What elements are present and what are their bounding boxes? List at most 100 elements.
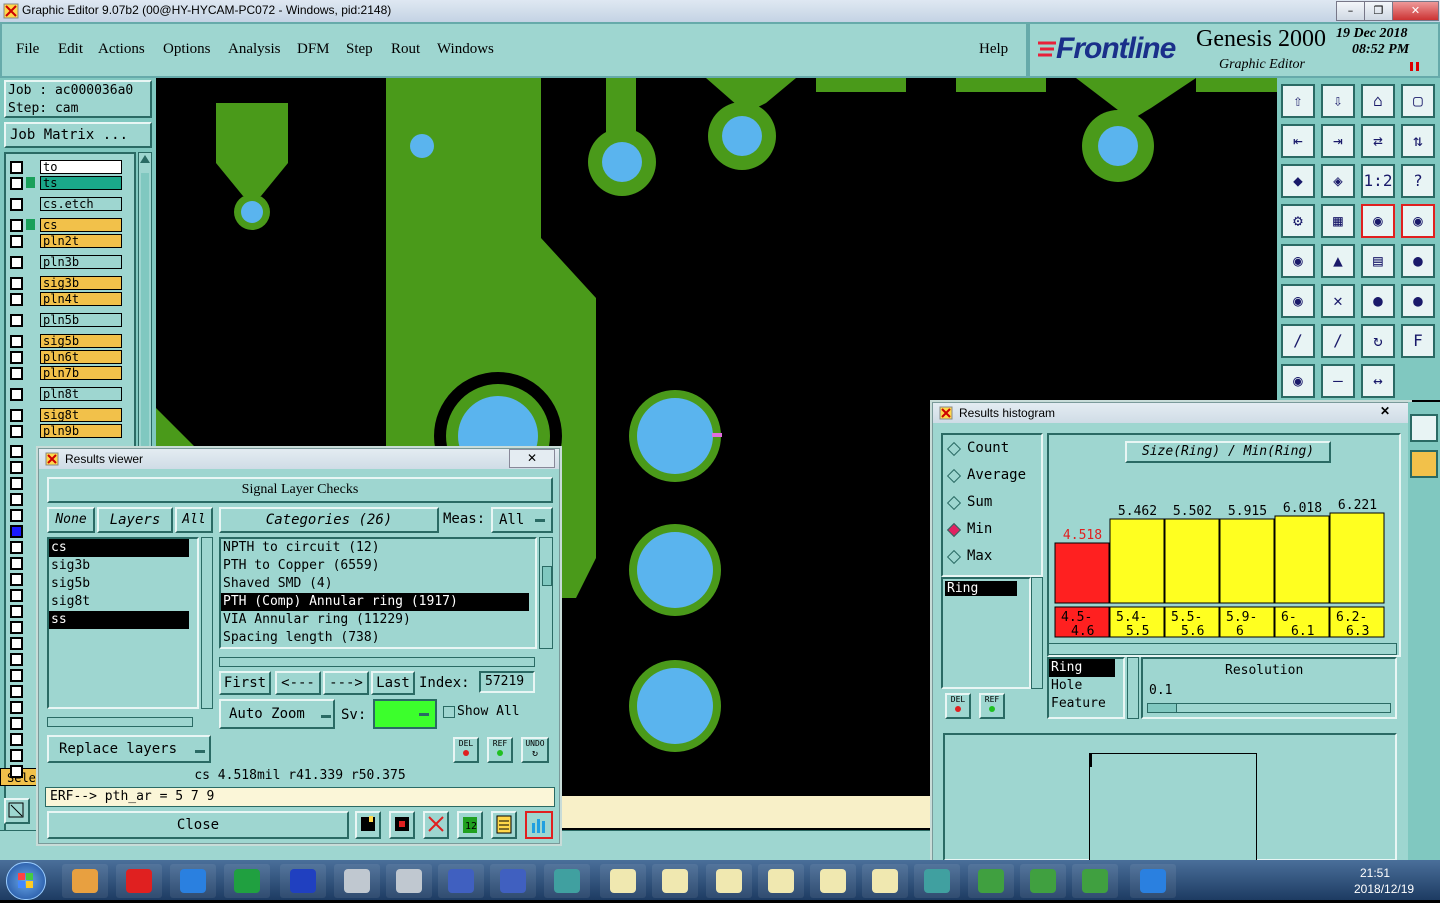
layer-checkbox[interactable]: [10, 637, 23, 650]
layers-button[interactable]: Layers: [97, 507, 173, 533]
category-hscroll[interactable]: [219, 657, 535, 667]
taskbar-app-4[interactable]: [280, 864, 326, 898]
layer-name[interactable]: sig8t: [40, 408, 122, 422]
layer-row-sig8t[interactable]: sig8t: [8, 408, 124, 422]
taskbar-app-2[interactable]: [170, 864, 216, 898]
tool-button-3-0[interactable]: ⚙: [1281, 204, 1315, 238]
layer-row-pln4t[interactable]: pln4t: [8, 292, 124, 306]
layer-checkbox[interactable]: [10, 335, 23, 348]
menu-help[interactable]: Help: [979, 41, 1008, 58]
layer-row-pln5b[interactable]: pln5b: [8, 313, 124, 327]
tool-button-0-1[interactable]: ⇩: [1321, 84, 1355, 118]
layer-row-cs-etch[interactable]: cs.etch: [8, 197, 124, 211]
layer-name[interactable]: pln2t: [40, 234, 122, 248]
none-button[interactable]: None: [47, 507, 95, 533]
taskbar-app-12[interactable]: [706, 864, 752, 898]
layer-checkbox[interactable]: [10, 525, 23, 538]
category-list[interactable]: NPTH to circuit (12) PTH to Copper (6559)…: [219, 537, 537, 649]
layer-row-pln3b[interactable]: pln3b: [8, 255, 124, 269]
taskbar-app-16[interactable]: [914, 864, 960, 898]
category-item[interactable]: NPTH to circuit (12): [221, 539, 529, 557]
layer-tool-icon-button[interactable]: [355, 811, 381, 839]
layer-checkbox[interactable]: [10, 733, 23, 746]
taskbar-app-14[interactable]: [810, 864, 856, 898]
tool-button-4-3[interactable]: ●: [1401, 244, 1435, 278]
tool-button-3-2[interactable]: ◉: [1361, 204, 1395, 238]
stat-option-count[interactable]: Count: [943, 435, 1041, 462]
tool-button-3-1[interactable]: ▦: [1321, 204, 1355, 238]
tool-button-7-0[interactable]: ◉: [1281, 364, 1315, 398]
layer-checkbox[interactable]: [10, 198, 23, 211]
histogram-bar[interactable]: [1219, 518, 1275, 604]
taskbar-app-5[interactable]: [334, 864, 380, 898]
layer-checkbox[interactable]: [10, 685, 23, 698]
list-item[interactable]: Hole: [1049, 677, 1123, 695]
close-button[interactable]: Close: [47, 811, 349, 839]
scroll-up-icon[interactable]: [140, 155, 150, 163]
highlight-icon-button[interactable]: [389, 811, 415, 839]
maximize-button[interactable]: ❐: [1364, 1, 1393, 21]
layer-checkbox[interactable]: [10, 461, 23, 474]
layer-name[interactable]: pln5b: [40, 313, 122, 327]
layer-name[interactable]: to: [40, 160, 122, 174]
list-item[interactable]: cs: [49, 539, 189, 557]
meas-dropdown[interactable]: All: [491, 507, 553, 533]
layer-checkbox[interactable]: [10, 605, 23, 618]
stat-option-min[interactable]: Min: [943, 516, 1041, 543]
list-item[interactable]: ss: [49, 611, 189, 629]
layer-checkbox[interactable]: [10, 388, 23, 401]
layer-name[interactable]: pln9b: [40, 424, 122, 438]
tool-button-7-1[interactable]: —: [1321, 364, 1355, 398]
category-item[interactable]: VIA Annular ring (11229): [221, 611, 529, 629]
taskbar-app-0[interactable]: [62, 864, 108, 898]
replace-layers-dropdown[interactable]: Replace layers: [47, 735, 211, 763]
layer-checkbox[interactable]: [10, 351, 23, 364]
stat-option-average[interactable]: Average: [943, 462, 1041, 489]
layer-name[interactable]: pln8t: [40, 387, 122, 401]
histogram-bar[interactable]: [1274, 515, 1330, 604]
start-button[interactable]: [6, 862, 46, 900]
taskbar-app-1[interactable]: [116, 864, 162, 898]
category-scroll-thumb[interactable]: [542, 566, 552, 586]
layer-checkbox[interactable]: [10, 161, 23, 174]
layer-checkbox[interactable]: [10, 367, 23, 380]
tool-button-0-3[interactable]: ▢: [1401, 84, 1435, 118]
radio-diamond-icon[interactable]: [946, 549, 962, 565]
histogram-bar[interactable]: [1329, 512, 1385, 604]
all-button[interactable]: All: [175, 507, 213, 533]
menu-actions[interactable]: Actions: [98, 41, 145, 58]
tool-button-6-3[interactable]: F: [1401, 324, 1435, 358]
tool-button-1-3[interactable]: ⇅: [1401, 124, 1435, 158]
layer-checkbox[interactable]: [10, 425, 23, 438]
resolution-slider[interactable]: [1147, 703, 1391, 713]
tool-button-4-1[interactable]: ▲: [1321, 244, 1355, 278]
layer-checkbox[interactable]: [10, 409, 23, 422]
tool-button-5-3[interactable]: ●: [1401, 284, 1435, 318]
taskbar-app-18[interactable]: [1020, 864, 1066, 898]
histogram-bar[interactable]: [1164, 518, 1220, 604]
layer-checkbox[interactable]: [10, 765, 23, 778]
taskbar-app-6[interactable]: [386, 864, 432, 898]
histogram-bottom-list[interactable]: Ring Hole Feature: [1047, 657, 1125, 719]
histogram-delete-button[interactable]: DEL: [945, 693, 971, 719]
layer-results-list[interactable]: cs sig3b sig5b sig8t ss: [47, 537, 199, 709]
resolution-slider-thumb[interactable]: [1148, 704, 1177, 712]
tool-button-6-1[interactable]: ∕: [1321, 324, 1355, 358]
layer-row-pln2t[interactable]: pln2t: [8, 234, 124, 248]
layer-results-scrollbar[interactable]: [201, 537, 213, 709]
first-button[interactable]: First: [219, 671, 271, 695]
list-item[interactable]: Ring: [945, 581, 1017, 596]
layer-checkbox[interactable]: [10, 493, 23, 506]
histogram-close-icon[interactable]: ✕: [1365, 403, 1405, 420]
taskbar-app-20[interactable]: [1130, 864, 1176, 898]
radio-diamond-icon[interactable]: [946, 522, 962, 538]
category-scrollbar[interactable]: [539, 537, 553, 649]
layer-checkbox[interactable]: [10, 573, 23, 586]
layer-checkbox[interactable]: [10, 177, 23, 190]
erf-icon-button[interactable]: [423, 811, 449, 839]
tool-button-2-1[interactable]: ◈: [1321, 164, 1355, 198]
layer-row-sig5b[interactable]: sig5b: [8, 334, 124, 348]
layer-name[interactable]: sig5b: [40, 334, 122, 348]
show-all-checkbox[interactable]: [443, 706, 455, 718]
layer-name[interactable]: pln3b: [40, 255, 122, 269]
